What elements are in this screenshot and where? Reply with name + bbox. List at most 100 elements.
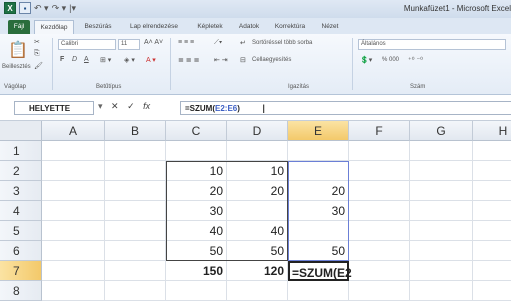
cell-c8[interactable] bbox=[166, 281, 227, 301]
cell-h6[interactable] bbox=[473, 241, 511, 261]
indent-icon[interactable]: ⇤ ⇥ bbox=[214, 56, 228, 64]
cut-icon[interactable]: ✂ bbox=[34, 38, 40, 46]
cell-h1[interactable] bbox=[473, 141, 511, 161]
cell-f3[interactable] bbox=[349, 181, 410, 201]
save-icon[interactable]: ▪ bbox=[19, 2, 31, 14]
tab-file[interactable]: Fájl bbox=[8, 20, 30, 34]
cell-e7[interactable]: =SZUM(E2 bbox=[288, 261, 352, 281]
tab-home[interactable]: Kezdőlap bbox=[34, 20, 74, 34]
bold-button[interactable]: F bbox=[60, 56, 64, 63]
excel-logo-icon[interactable]: X bbox=[4, 2, 16, 14]
column-header-d[interactable]: D bbox=[227, 121, 288, 141]
italic-button[interactable]: D bbox=[72, 56, 77, 63]
cell-b6[interactable] bbox=[105, 241, 166, 261]
cell-a7[interactable] bbox=[42, 261, 105, 281]
cell-b4[interactable] bbox=[105, 201, 166, 221]
formula-input[interactable]: =SZUM(E2:E6) bbox=[180, 101, 511, 115]
tab-view[interactable]: Nézet bbox=[316, 20, 344, 34]
cell-a3[interactable] bbox=[42, 181, 105, 201]
align-top-icon[interactable]: ≡ ≡ ≡ bbox=[178, 39, 194, 46]
cell-b1[interactable] bbox=[105, 141, 166, 161]
cell-d5[interactable]: 40 bbox=[227, 221, 288, 241]
cell-e5[interactable] bbox=[288, 221, 349, 241]
font-name-dropdown[interactable]: Calibri bbox=[58, 39, 116, 50]
cell-c1[interactable] bbox=[166, 141, 227, 161]
cell-e1[interactable] bbox=[288, 141, 349, 161]
row-header-1[interactable]: 1 bbox=[0, 141, 42, 161]
enter-icon[interactable]: ✓ bbox=[127, 101, 135, 111]
column-header-g[interactable]: G bbox=[410, 121, 473, 141]
cell-d6[interactable]: 50 bbox=[227, 241, 288, 261]
cell-g6[interactable] bbox=[410, 241, 473, 261]
underline-button[interactable]: A bbox=[84, 56, 89, 63]
cell-d4[interactable] bbox=[227, 201, 288, 221]
tab-page-layout[interactable]: Lap elrendezése bbox=[124, 20, 184, 34]
cell-d7[interactable]: 120 bbox=[227, 261, 288, 281]
font-color-icon[interactable]: A ▾ bbox=[146, 56, 156, 64]
column-header-a[interactable]: A bbox=[42, 121, 105, 141]
cell-g3[interactable] bbox=[410, 181, 473, 201]
column-header-h[interactable]: H bbox=[473, 121, 511, 141]
column-header-f[interactable]: F bbox=[349, 121, 410, 141]
column-header-e[interactable]: E bbox=[288, 121, 349, 141]
borders-icon[interactable]: ⊞ ▾ bbox=[100, 56, 111, 64]
undo-icon[interactable]: ↶ ▾ bbox=[34, 3, 49, 14]
cell-c4[interactable]: 30 bbox=[166, 201, 227, 221]
cell-g5[interactable] bbox=[410, 221, 473, 241]
cell-g8[interactable] bbox=[410, 281, 473, 301]
cell-a6[interactable] bbox=[42, 241, 105, 261]
cell-c2[interactable]: 10 bbox=[166, 161, 227, 181]
cell-g7[interactable] bbox=[410, 261, 473, 281]
cell-f1[interactable] bbox=[349, 141, 410, 161]
cell-f6[interactable] bbox=[349, 241, 410, 261]
row-header-6[interactable]: 6 bbox=[0, 241, 42, 261]
cell-a2[interactable] bbox=[42, 161, 105, 181]
cell-g4[interactable] bbox=[410, 201, 473, 221]
cell-c3[interactable]: 20 bbox=[166, 181, 227, 201]
cell-h7[interactable] bbox=[473, 261, 511, 281]
cell-c6[interactable]: 50 bbox=[166, 241, 227, 261]
font-grow-icon[interactable]: A˄ A˅ bbox=[144, 39, 163, 46]
number-format-dropdown[interactable]: Általános bbox=[358, 39, 506, 50]
cell-b3[interactable] bbox=[105, 181, 166, 201]
row-header-7[interactable]: 7 bbox=[0, 261, 42, 281]
cell-e6[interactable]: 50 bbox=[288, 241, 349, 261]
font-size-dropdown[interactable]: 11 bbox=[118, 39, 140, 50]
cell-c7[interactable]: 150 bbox=[166, 261, 227, 281]
cell-f8[interactable] bbox=[349, 281, 410, 301]
cancel-icon[interactable]: ✕ bbox=[111, 101, 119, 111]
name-box-dropdown-icon[interactable]: ▾ bbox=[98, 101, 103, 111]
row-header-2[interactable]: 2 bbox=[0, 161, 42, 181]
paste-icon[interactable]: 📋 bbox=[8, 40, 28, 60]
cell-g1[interactable] bbox=[410, 141, 473, 161]
cell-d8[interactable] bbox=[227, 281, 288, 301]
column-header-b[interactable]: B bbox=[105, 121, 166, 141]
row-header-5[interactable]: 5 bbox=[0, 221, 42, 241]
cell-b8[interactable] bbox=[105, 281, 166, 301]
cell-d1[interactable] bbox=[227, 141, 288, 161]
fill-color-icon[interactable]: ◈ ▾ bbox=[124, 56, 135, 64]
wrap-text-icon[interactable]: ↵ bbox=[240, 39, 246, 47]
tab-data[interactable]: Adatok bbox=[234, 20, 264, 34]
merge-icon[interactable]: ⊟ bbox=[240, 56, 246, 64]
tab-insert[interactable]: Beszúrás bbox=[80, 20, 116, 34]
format-painter-icon[interactable]: 🖌 bbox=[34, 62, 43, 70]
redo-icon[interactable]: ↷ ▾ bbox=[52, 3, 67, 14]
cell-a5[interactable] bbox=[42, 221, 105, 241]
cell-a1[interactable] bbox=[42, 141, 105, 161]
cell-g2[interactable] bbox=[410, 161, 473, 181]
cell-b7[interactable] bbox=[105, 261, 166, 281]
wrap-text-button[interactable]: Sortöréssel több sorba bbox=[252, 40, 312, 46]
cell-f2[interactable] bbox=[349, 161, 410, 181]
number-buttons[interactable]: % 000 bbox=[382, 57, 399, 63]
tab-formulas[interactable]: Képletek bbox=[192, 20, 228, 34]
cell-b2[interactable] bbox=[105, 161, 166, 181]
cell-h5[interactable] bbox=[473, 221, 511, 241]
tab-review[interactable]: Korrektúra bbox=[270, 20, 310, 34]
cell-h3[interactable] bbox=[473, 181, 511, 201]
cell-f4[interactable] bbox=[349, 201, 410, 221]
cell-h4[interactable] bbox=[473, 201, 511, 221]
cell-c5[interactable]: 40 bbox=[166, 221, 227, 241]
align-left-icon[interactable]: ≣ ≣ ≣ bbox=[178, 56, 200, 64]
name-box[interactable]: HELYETTE bbox=[14, 101, 94, 115]
